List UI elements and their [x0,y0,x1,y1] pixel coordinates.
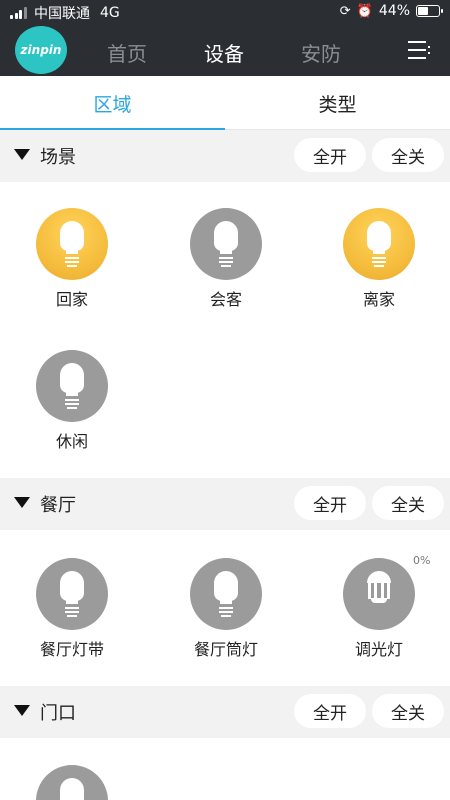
section-title: 餐厅 [40,495,76,516]
carrier-label: 中国联通 [34,6,90,22]
network-label: 4G [100,5,120,21]
device-toggle[interactable] [343,558,415,630]
device-item[interactable]: 离家 [329,208,429,318]
device-label: 休闲 [55,432,88,451]
device-item[interactable]: 休闲 [22,350,122,460]
device-label: 调光灯 [354,640,403,659]
device-item[interactable]: 会客 [176,208,276,318]
section-header-dining[interactable]: 餐厅 全开 全关 [0,478,450,530]
sub-tabs: 区域 类型 [0,76,450,130]
section-header-scene[interactable]: 场景 全开 全关 [0,130,450,182]
device-label: 回家 [55,290,88,309]
device-label: 会客 [209,290,242,309]
caret-down-icon[interactable] [14,705,30,716]
device-item[interactable]: 餐厅筒灯 [176,558,276,668]
alarm-icon: ⏰ [356,3,373,19]
status-bar: 中国联通 4G ⟳ ⏰ 44% [0,0,450,24]
tab-devices[interactable]: 设备 [204,38,244,67]
tab-security[interactable]: 安防 [301,38,341,67]
tab-home[interactable]: 首页 [107,38,147,67]
caret-down-icon[interactable] [14,149,30,160]
device-toggle[interactable] [36,558,108,630]
bulb-icon [60,221,84,267]
caret-down-icon[interactable] [14,497,30,508]
device-item[interactable]: 餐厅灯带 [22,558,122,668]
menu-icon[interactable] [408,41,430,59]
device-toggle[interactable] [343,208,415,280]
section-title: 场景 [40,147,76,168]
bulb-icon [214,571,238,617]
tab-type[interactable]: 类型 [225,90,450,117]
all-off-button[interactable]: 全关 [372,694,444,728]
battery-level [418,7,428,15]
device-toggle[interactable] [190,558,262,630]
device-toggle[interactable] [190,208,262,280]
all-off-button[interactable]: 全关 [372,138,444,172]
device-item[interactable]: 0% 调光灯 [329,554,430,668]
battery-percent: 44% [378,3,410,19]
app-header: zinpin 首页 设备 安防 [0,24,450,76]
section-header-entrance[interactable]: 门口 全开 全关 [0,686,450,738]
all-on-button[interactable]: 全开 [294,486,366,520]
all-on-button[interactable]: 全开 [294,694,366,728]
device-item[interactable]: 回家 [22,208,122,318]
device-label: 餐厅筒灯 [193,640,258,659]
all-on-button[interactable]: 全开 [294,138,366,172]
device-toggle[interactable] [36,208,108,280]
all-off-button[interactable]: 全关 [372,486,444,520]
led-bulb-icon [367,571,391,617]
dimmer-level: 0% [413,554,431,567]
orientation-lock-icon: ⟳ [339,3,351,19]
bulb-icon [60,778,84,800]
device-toggle[interactable] [36,350,108,422]
bulb-icon [367,221,391,267]
battery-icon [416,5,443,17]
device-label: 离家 [362,290,395,309]
signal-icon [10,7,28,19]
bulb-icon [60,363,84,409]
bulb-icon [60,571,84,617]
device-item[interactable] [22,765,122,800]
tab-area[interactable]: 区域 [0,90,225,117]
section-title: 门口 [40,703,76,724]
bulb-icon [214,221,238,267]
device-toggle[interactable] [36,765,108,800]
device-label: 餐厅灯带 [39,640,104,659]
app-logo: zinpin [15,26,67,74]
